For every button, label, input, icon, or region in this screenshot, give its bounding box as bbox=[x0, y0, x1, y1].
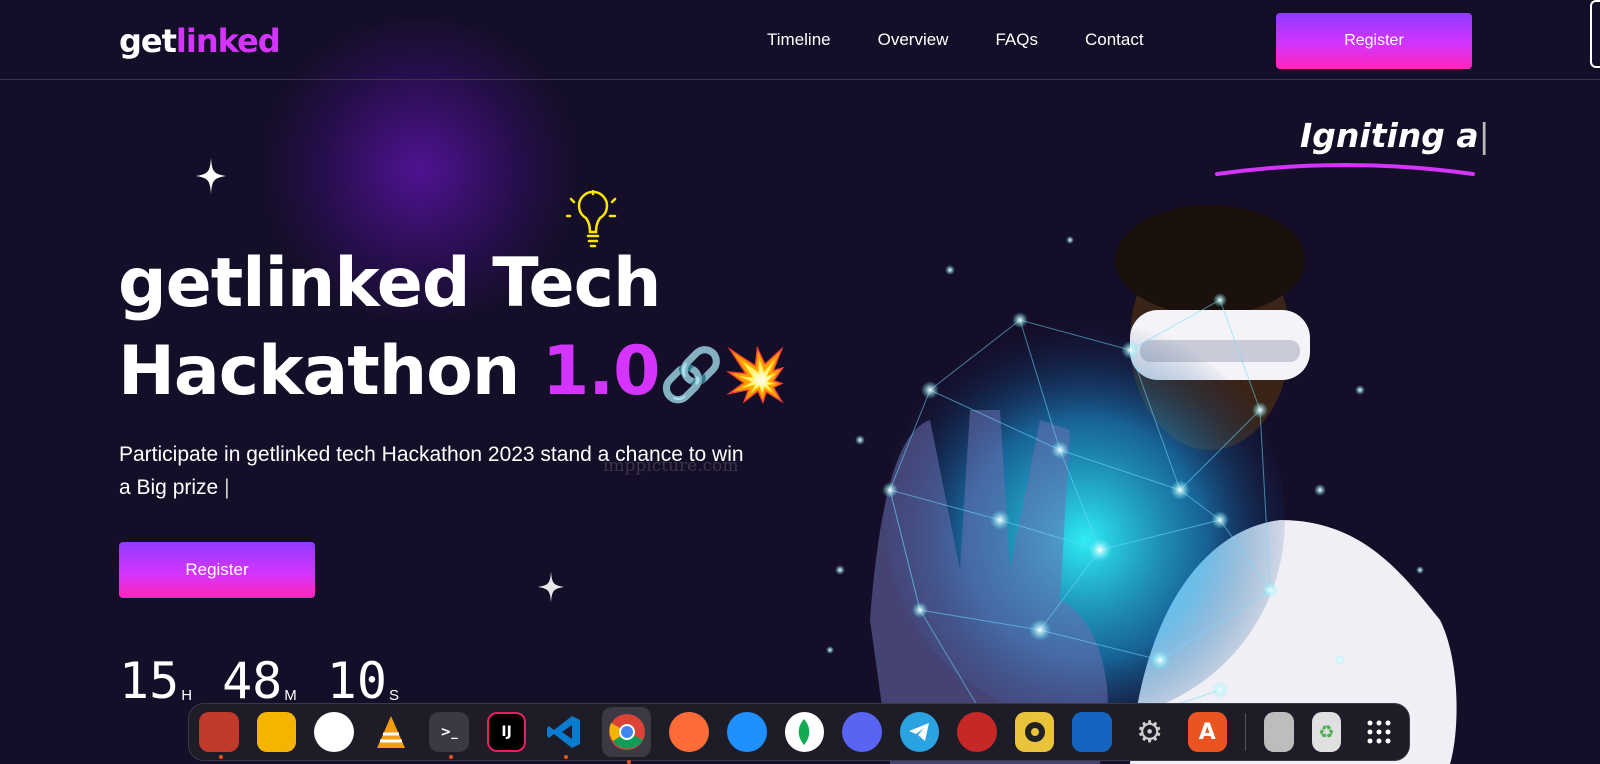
hero-illustration bbox=[826, 205, 1457, 764]
nav-link-faqs[interactable]: FAQs bbox=[995, 30, 1038, 50]
hero-title-line1: getlinked Tech bbox=[118, 244, 661, 323]
nav-link-timeline[interactable]: Timeline bbox=[767, 30, 831, 50]
vscode-icon[interactable] bbox=[544, 712, 584, 759]
logo-part-linked: linked bbox=[175, 22, 281, 60]
dock-separator bbox=[1245, 713, 1247, 751]
timer-hours-value: 15 bbox=[119, 652, 180, 710]
typing-cursor: | bbox=[224, 476, 230, 499]
hero-title-word: Hackathon bbox=[118, 332, 520, 411]
files-icon[interactable] bbox=[199, 712, 239, 759]
running-indicator bbox=[218, 755, 223, 759]
intellij-icon[interactable]: IJ bbox=[486, 712, 527, 752]
sparkle-icon bbox=[196, 158, 226, 194]
app-dock: >_ IJ ⚙ A ♻ bbox=[188, 703, 1410, 764]
nav-link-contact[interactable]: Contact bbox=[1085, 30, 1144, 50]
nav-links: Timeline Overview FAQs Contact bbox=[767, 30, 1191, 50]
hero-tagline-text: Igniting a bbox=[1300, 116, 1479, 155]
hero-register-button[interactable]: Register bbox=[119, 542, 315, 598]
timer-hours: 15 H bbox=[119, 656, 192, 706]
person-hair bbox=[1115, 205, 1305, 315]
vlc-icon[interactable] bbox=[372, 712, 412, 752]
scrollbar-handle[interactable] bbox=[1590, 0, 1600, 68]
hero-tagline: Igniting a| bbox=[1300, 116, 1490, 155]
hero-title-line2: Hackathon 1.0🔗💥 bbox=[118, 328, 788, 419]
logo-part-get: get bbox=[119, 22, 177, 60]
sparkle-icon bbox=[538, 571, 564, 603]
countdown-timer: 15 H 48 M 10 S bbox=[119, 656, 399, 706]
trash-icon[interactable]: ♻ bbox=[1311, 712, 1342, 752]
discord-icon[interactable] bbox=[842, 712, 882, 752]
timer-hours-unit: H bbox=[181, 687, 193, 704]
speaker-icon[interactable] bbox=[1014, 712, 1055, 752]
timer-seconds-unit: S bbox=[389, 687, 400, 704]
telegram-icon[interactable] bbox=[899, 712, 940, 752]
cloud-db-icon[interactable] bbox=[727, 712, 767, 752]
nav-register-button[interactable]: Register bbox=[1276, 13, 1472, 69]
running-indicator bbox=[449, 755, 454, 759]
tagline-underline bbox=[1215, 163, 1475, 176]
timer-minutes: 48 M bbox=[222, 656, 297, 706]
running-indicator bbox=[626, 760, 631, 764]
show-apps-icon[interactable] bbox=[1359, 712, 1399, 752]
mongodb-icon[interactable] bbox=[784, 712, 825, 752]
timer-seconds: 10 S bbox=[327, 656, 399, 706]
top-navbar: getlinked Timeline Overview FAQs Contact… bbox=[0, 0, 1600, 80]
hero-title: getlinked Tech Hackathon 1.0🔗💥 bbox=[118, 240, 788, 419]
running-indicator bbox=[564, 755, 569, 759]
settings-icon[interactable]: ⚙ bbox=[1130, 712, 1170, 752]
logo[interactable]: getlinked bbox=[119, 22, 281, 60]
terminal-icon[interactable]: >_ bbox=[429, 712, 469, 759]
watermark: imppicture.com bbox=[603, 456, 739, 476]
nav-link-overview[interactable]: Overview bbox=[878, 30, 949, 50]
slack-icon[interactable] bbox=[314, 712, 354, 752]
calculator-icon[interactable] bbox=[256, 712, 297, 752]
explosion-icon: 💥 bbox=[723, 345, 788, 406]
postman-icon[interactable] bbox=[669, 712, 709, 752]
timer-seconds-value: 10 bbox=[326, 652, 387, 710]
typing-cursor: | bbox=[1478, 116, 1490, 155]
chain-icon: 🔗 bbox=[659, 345, 724, 406]
filezilla-icon[interactable] bbox=[957, 712, 997, 752]
timer-minutes-value: 48 bbox=[222, 652, 283, 710]
chrome-icon[interactable] bbox=[601, 707, 652, 764]
document-viewer-icon[interactable] bbox=[1072, 712, 1112, 752]
hero-title-version: 1.0 bbox=[541, 332, 660, 411]
drive-icon[interactable] bbox=[1264, 712, 1294, 752]
timer-minutes-unit: M bbox=[284, 687, 297, 704]
app-store-icon[interactable]: A bbox=[1187, 712, 1228, 752]
